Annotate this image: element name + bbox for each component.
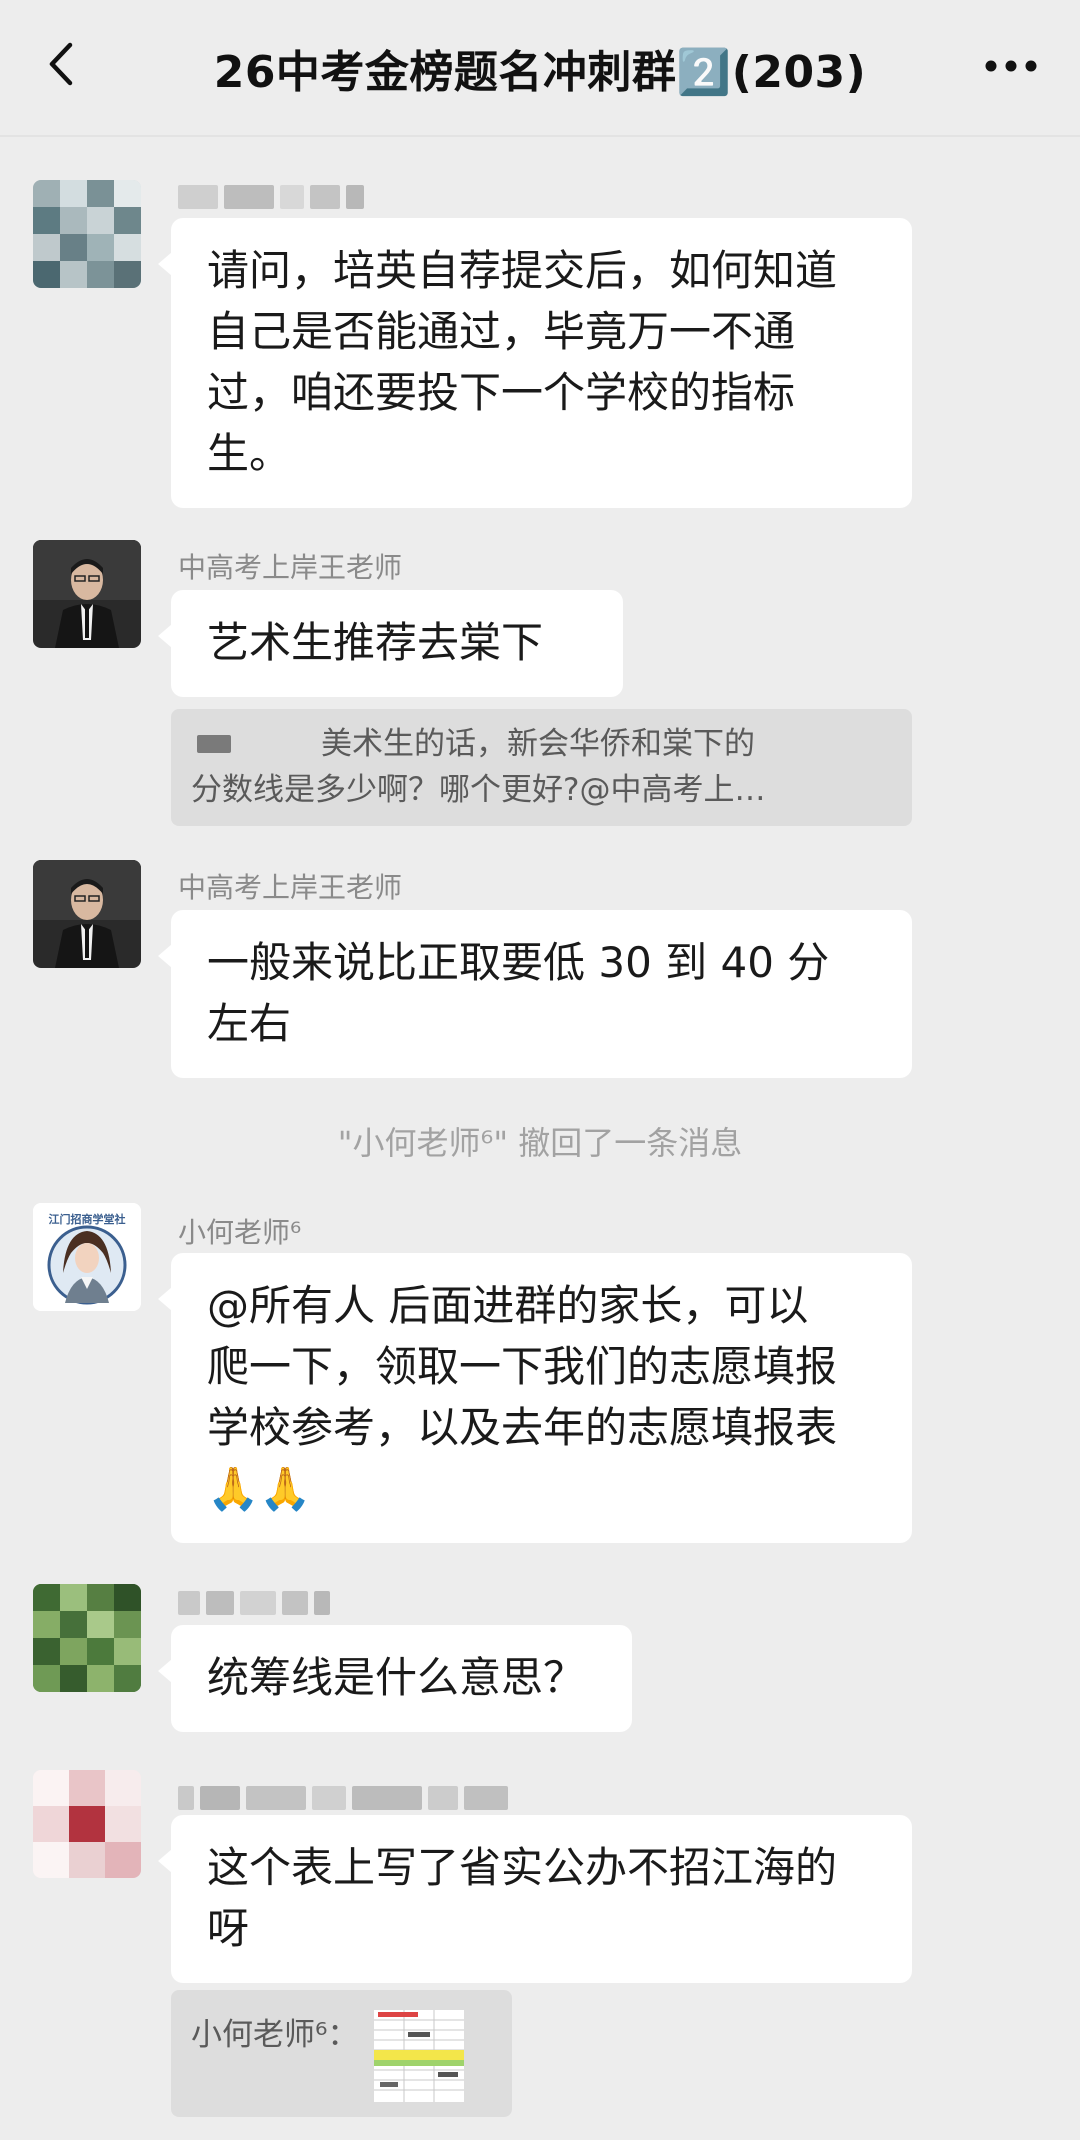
message-bubble[interactable]: 统筹线是什么意思？: [158, 1625, 632, 1732]
sender-name: [178, 1588, 330, 1618]
sender-name: [178, 1783, 508, 1813]
sender-name: 中高考上岸王老师: [178, 871, 403, 904]
message-line: 左右: [207, 999, 292, 1048]
message-line: 生。: [207, 429, 292, 478]
avatar[interactable]: [33, 860, 141, 968]
avatar[interactable]: [33, 1584, 141, 1692]
quote-line: 美术生的话，新会华侨和棠下的: [321, 726, 755, 762]
message-line: 这个表上写了省实公办不招江海的: [207, 1843, 838, 1892]
blurred-name: [197, 735, 231, 753]
message-line: 🙏🙏: [207, 1464, 312, 1513]
message-line: @所有人 后面进群的家长，可以: [207, 1281, 809, 1330]
quoted-message[interactable]: 美术生的话，新会华侨和棠下的 分数线是多少啊？哪个更好?@中高考上…: [171, 709, 912, 826]
message-line: 艺术生推荐去棠下: [207, 618, 544, 667]
more-button[interactable]: [976, 36, 1046, 96]
avatar[interactable]: [33, 1770, 141, 1878]
message-bubble[interactable]: 艺术生推荐去棠下: [158, 590, 623, 697]
message-line: 爬一下，领取一下我们的志愿填报: [207, 1342, 838, 1391]
message-line: 自己是否能通过，毕竟万一不通: [207, 307, 796, 356]
avatar-caption: 江门招商学堂社: [49, 1212, 126, 1226]
quoted-message[interactable]: 小何老师⁶：: [171, 1990, 512, 2117]
message-bubble[interactable]: @所有人 后面进群的家长，可以 爬一下，领取一下我们的志愿填报 学校参考，以及去…: [158, 1253, 912, 1543]
recall-notice: "小何老师⁶" 撤回了一条消息: [337, 1124, 743, 1162]
message-line: 过，咱还要投下一个学校的指标: [207, 368, 796, 417]
quote-line: 分数线是多少啊？哪个更好?@中高考上…: [191, 772, 766, 808]
spreadsheet-thumbnail-icon: [374, 2010, 465, 2102]
message-line: 统筹线是什么意思？: [207, 1653, 586, 1702]
chat-title: 26中考金榜题名冲刺群2️⃣(203): [213, 47, 867, 98]
sender-name: [178, 182, 364, 212]
message-bubble[interactable]: 一般来说比正取要低 30 到 40 分 左右: [158, 910, 912, 1078]
avatar[interactable]: 江门招商学堂社: [33, 1203, 141, 1311]
message-line: 学校参考，以及去年的志愿填报表: [207, 1403, 838, 1452]
sender-name: 小何老师⁶: [178, 1216, 302, 1249]
message-bubble[interactable]: 这个表上写了省实公办不招江海的 呀: [158, 1815, 912, 1983]
message-bubble[interactable]: 请问，培英自荐提交后，如何知道 自己是否能通过，毕竟万一不通 过，咱还要投下一个…: [158, 218, 912, 508]
more-dots-icon: [985, 60, 1037, 72]
message-line: 一般来说比正取要低 30 到 40 分: [207, 938, 830, 987]
message-line: 请问，培英自荐提交后，如何知道: [207, 246, 838, 295]
sender-name: 中高考上岸王老师: [178, 551, 403, 584]
avatar[interactable]: [33, 180, 141, 288]
message-line: 呀: [207, 1904, 250, 1953]
quote-sender-label: 小何老师⁶：: [191, 2017, 359, 2053]
avatar[interactable]: [33, 540, 141, 648]
chat-header: 26中考金榜题名冲刺群2️⃣(203): [0, 0, 1080, 137]
